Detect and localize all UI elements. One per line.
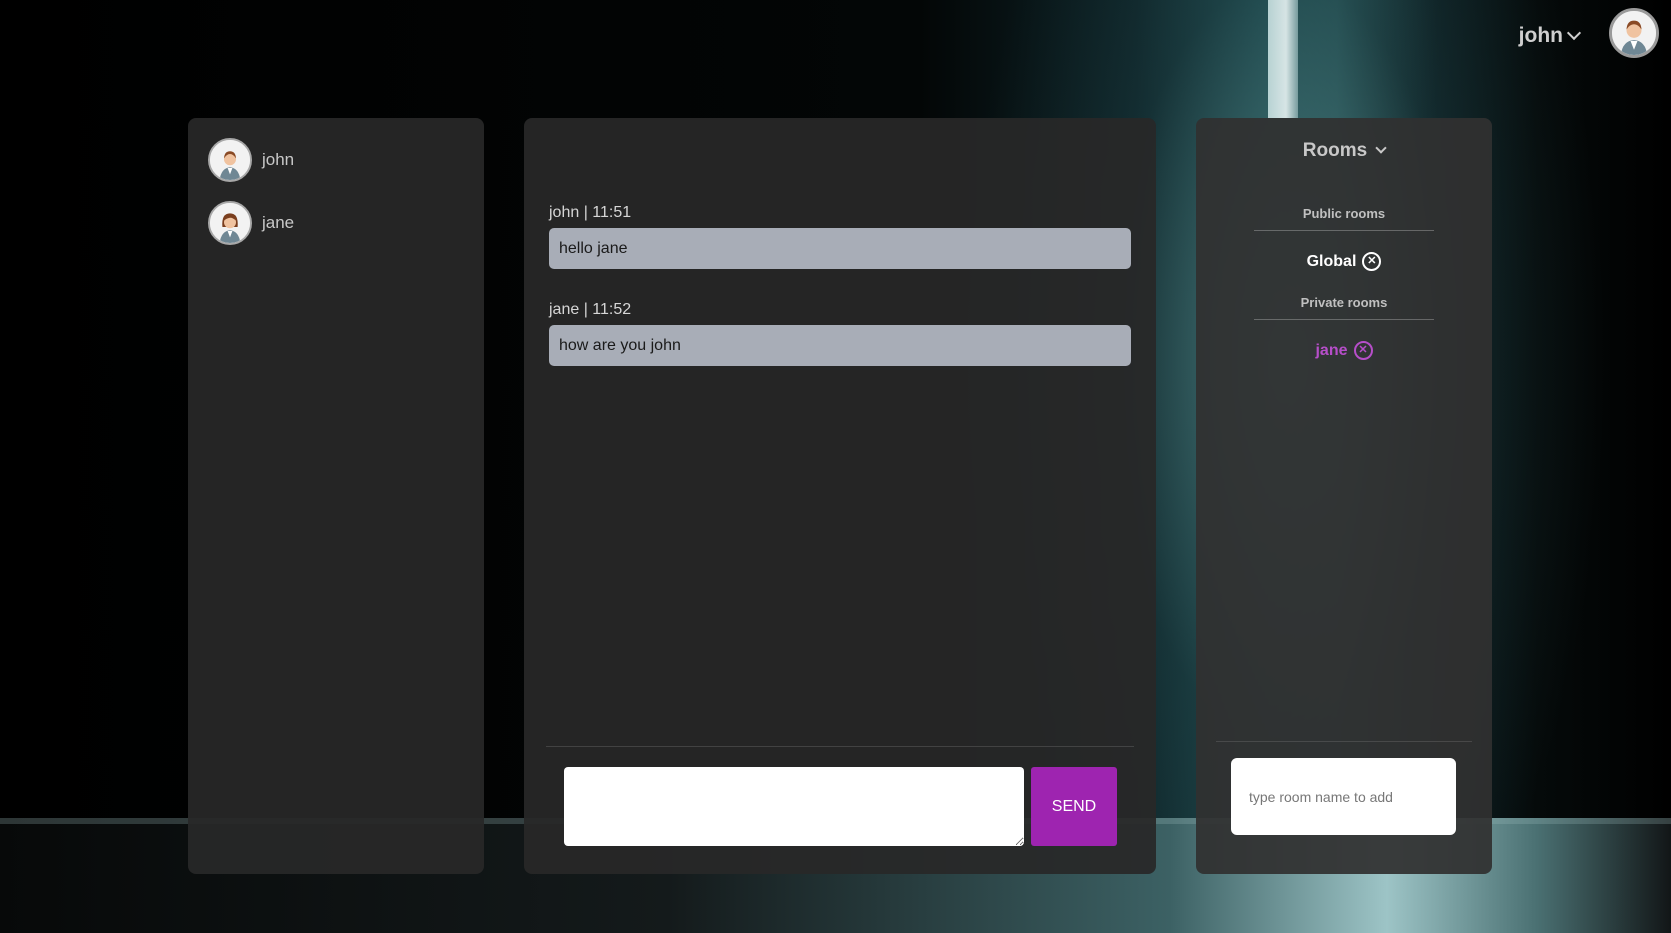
rooms-title: Rooms xyxy=(1302,140,1368,161)
chevron-down-icon xyxy=(1566,25,1582,41)
avatar-icon xyxy=(210,140,250,180)
room-item-global[interactable]: Global ✕ xyxy=(1196,252,1492,271)
rooms-divider xyxy=(1216,741,1472,742)
current-user-avatar[interactable] xyxy=(1609,8,1659,58)
rooms-panel: Rooms Public rooms Global ✕ Private room… xyxy=(1196,118,1492,874)
user-avatar xyxy=(208,201,252,245)
private-rooms-title: Private rooms xyxy=(1254,295,1434,320)
send-button[interactable]: SEND xyxy=(1031,767,1117,846)
public-rooms-title: Public rooms xyxy=(1254,206,1434,231)
add-room-input[interactable] xyxy=(1231,758,1456,835)
background-light xyxy=(1268,0,1298,118)
message-input[interactable] xyxy=(564,767,1024,846)
chat-message: john | 11:51 hello jane xyxy=(549,204,1131,269)
message-bubble: hello jane xyxy=(549,228,1131,269)
user-item-label: john xyxy=(262,150,295,169)
message-meta: jane | 11:52 xyxy=(549,301,632,318)
rooms-dropdown[interactable]: Rooms xyxy=(1196,140,1492,162)
users-panel: john jane xyxy=(188,118,484,874)
close-circle-icon[interactable]: ✕ xyxy=(1362,252,1382,271)
room-item-label: Global xyxy=(1306,252,1357,270)
room-item-jane[interactable]: jane ✕ xyxy=(1196,341,1492,360)
chat-message: jane | 11:52 how are you john xyxy=(549,301,1131,366)
message-bubble: how are you john xyxy=(549,325,1131,366)
message-meta: john | 11:51 xyxy=(549,204,632,221)
user-item-john[interactable]: john xyxy=(208,138,294,182)
user-avatar xyxy=(208,138,252,182)
avatar-icon xyxy=(1612,11,1656,55)
user-menu[interactable]: john xyxy=(1518,22,1582,50)
close-circle-icon[interactable]: ✕ xyxy=(1353,341,1373,360)
chat-divider xyxy=(546,746,1134,747)
user-item-jane[interactable]: jane xyxy=(208,201,294,245)
avatar-icon xyxy=(210,203,250,243)
user-menu-name: john xyxy=(1518,24,1563,47)
room-item-label: jane xyxy=(1315,341,1348,359)
user-item-label: jane xyxy=(262,213,295,232)
chevron-down-icon xyxy=(1375,142,1387,154)
chat-panel: john | 11:51 hello jane jane | 11:52 how… xyxy=(524,118,1156,874)
